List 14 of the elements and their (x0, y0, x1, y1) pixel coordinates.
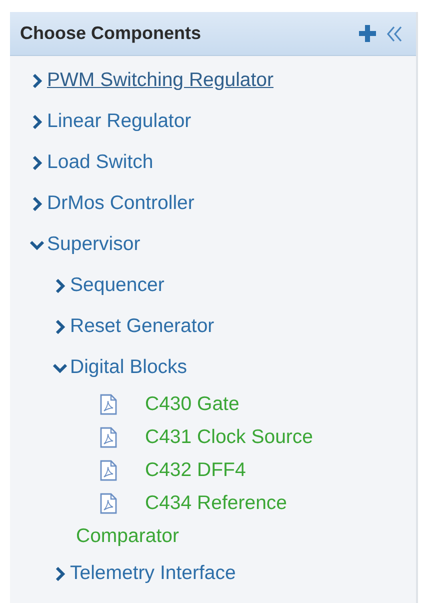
panel-title: Choose Components (20, 23, 202, 44)
document-link[interactable]: C432 DFF4 (76, 454, 370, 487)
document-link[interactable]: C431 Clock Source (76, 421, 370, 454)
tree-item[interactable]: Load Switch (47, 151, 154, 174)
tree-item[interactable]: Reset Generator (70, 315, 214, 338)
tree-item[interactable]: Sequencer (70, 274, 164, 297)
tree-item[interactable]: Telemetry Interface (70, 562, 236, 585)
tree-item[interactable]: Digital Blocks (70, 356, 188, 379)
tree-item[interactable]: Linear Regulator (47, 110, 192, 133)
tree-item[interactable]: Supervisor (47, 233, 140, 256)
tree-item[interactable]: DrMos Controller (47, 192, 194, 215)
document-link[interactable]: C430 Gate (76, 388, 370, 421)
document-link[interactable]: C434 Reference Comparator (76, 487, 370, 553)
tree-item[interactable]: PWM Switching Regulator (47, 69, 274, 92)
